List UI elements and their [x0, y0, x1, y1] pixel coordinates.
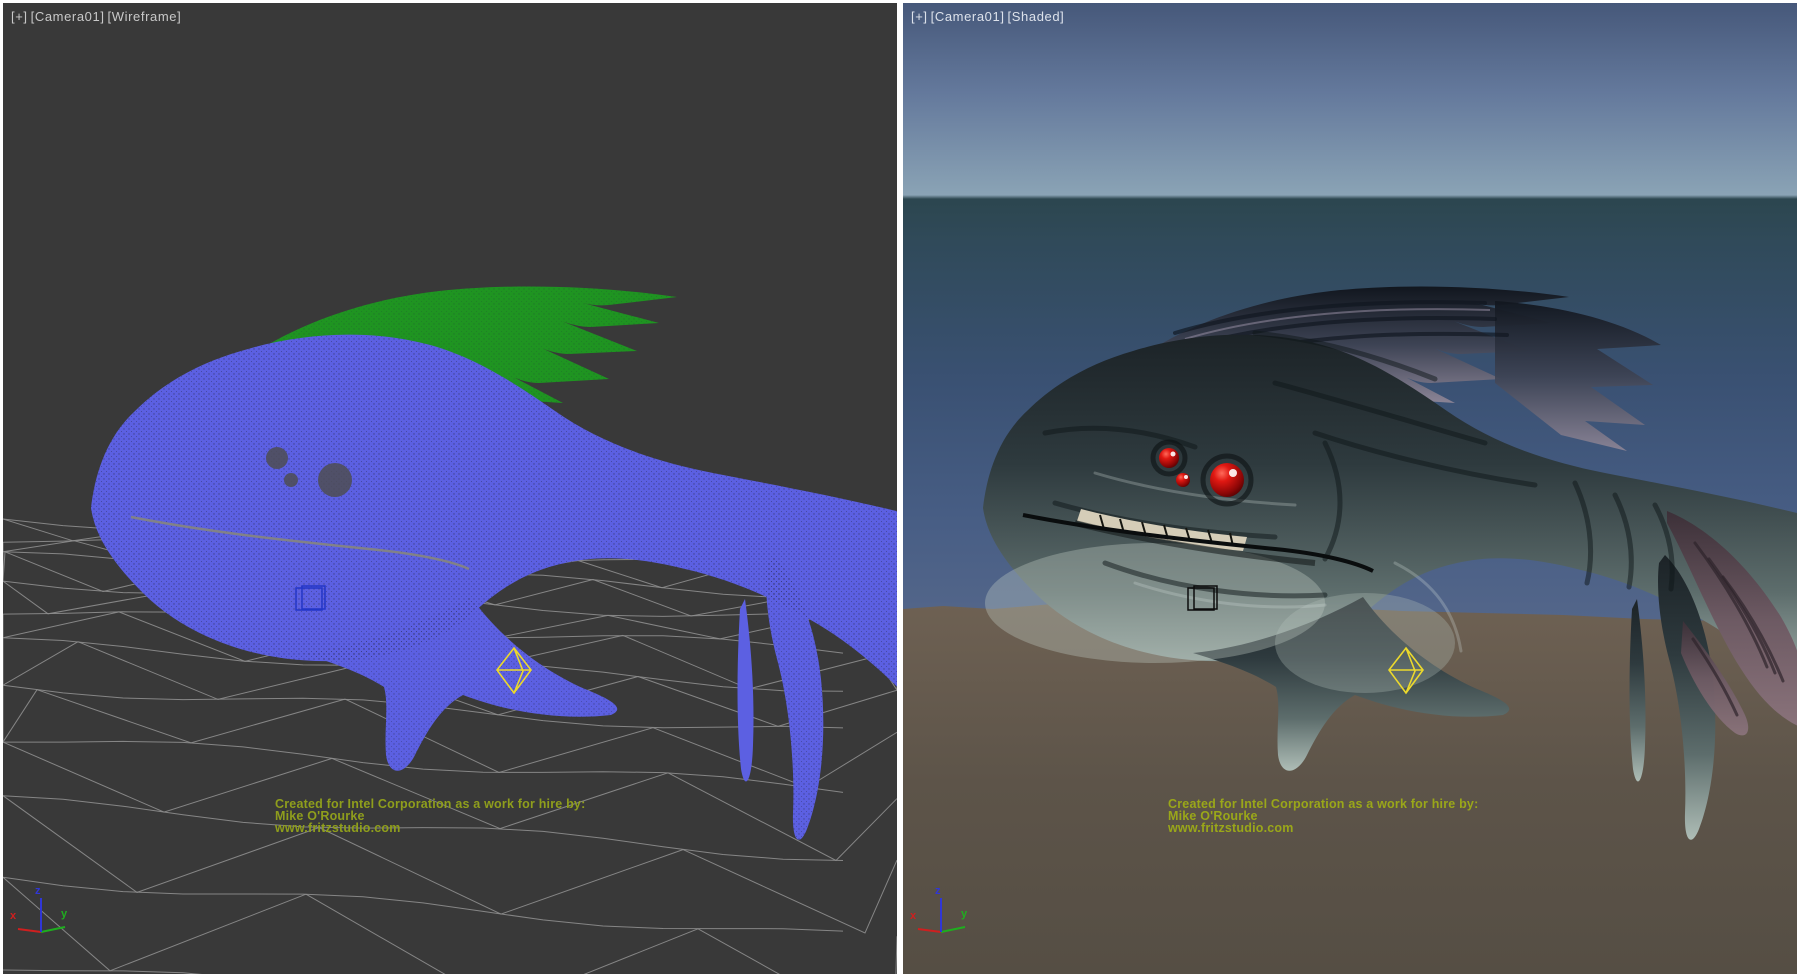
axis-x-label: x — [10, 910, 16, 922]
scene-credit-text: Created for Intel Corporation as a work … — [1168, 798, 1478, 834]
fish-eye-small — [1176, 473, 1190, 487]
viewport-menu-general[interactable]: [+] — [11, 9, 28, 24]
axis-y-label: y — [61, 908, 67, 920]
credit-line-3: www.fritzstudio.com — [1168, 822, 1478, 834]
fish-eye-large — [1210, 463, 1244, 497]
fish-model-wireframe[interactable] — [91, 286, 897, 839]
axis-tripod-lines — [9, 884, 79, 954]
viewport-menu-pov[interactable]: [Camera01] — [31, 9, 105, 24]
axis-z-label: z — [935, 885, 941, 897]
axis-tripod-lines — [909, 884, 979, 954]
world-axis-tripod: x y z — [9, 884, 79, 954]
credit-line-3: www.fritzstudio.com — [275, 822, 585, 834]
axis-x-label: x — [910, 910, 916, 922]
scene-credit-text: Created for Intel Corporation as a work … — [275, 798, 585, 834]
viewport-shaded[interactable]: Created for Intel Corporation as a work … — [903, 3, 1797, 974]
viewport-label-shaded: [+] [Camera01] [Shaded] — [911, 9, 1064, 24]
axis-y-label: y — [961, 908, 967, 920]
wireframe-eye-spot — [284, 473, 298, 487]
dorsal-fin-spikes — [1495, 301, 1661, 451]
fish-model-shaded[interactable] — [983, 286, 1797, 839]
viewport-wireframe[interactable]: Created for Intel Corporation as a work … — [3, 3, 897, 974]
viewport-label-wireframe: [+] [Camera01] [Wireframe] — [11, 9, 181, 24]
viewport-menu-pov[interactable]: [Camera01] — [931, 9, 1005, 24]
fish-eye-upper — [1159, 448, 1179, 468]
viewport-menu-shading[interactable]: [Wireframe] — [108, 9, 182, 24]
wireframe-eye-spot — [318, 463, 352, 497]
viewport-menu-general[interactable]: [+] — [911, 9, 928, 24]
axis-z-label: z — [35, 885, 41, 897]
viewport-menu-shading[interactable]: [Shaded] — [1008, 9, 1065, 24]
wireframe-eye-spot — [266, 447, 288, 469]
world-axis-tripod: x y z — [909, 884, 979, 954]
